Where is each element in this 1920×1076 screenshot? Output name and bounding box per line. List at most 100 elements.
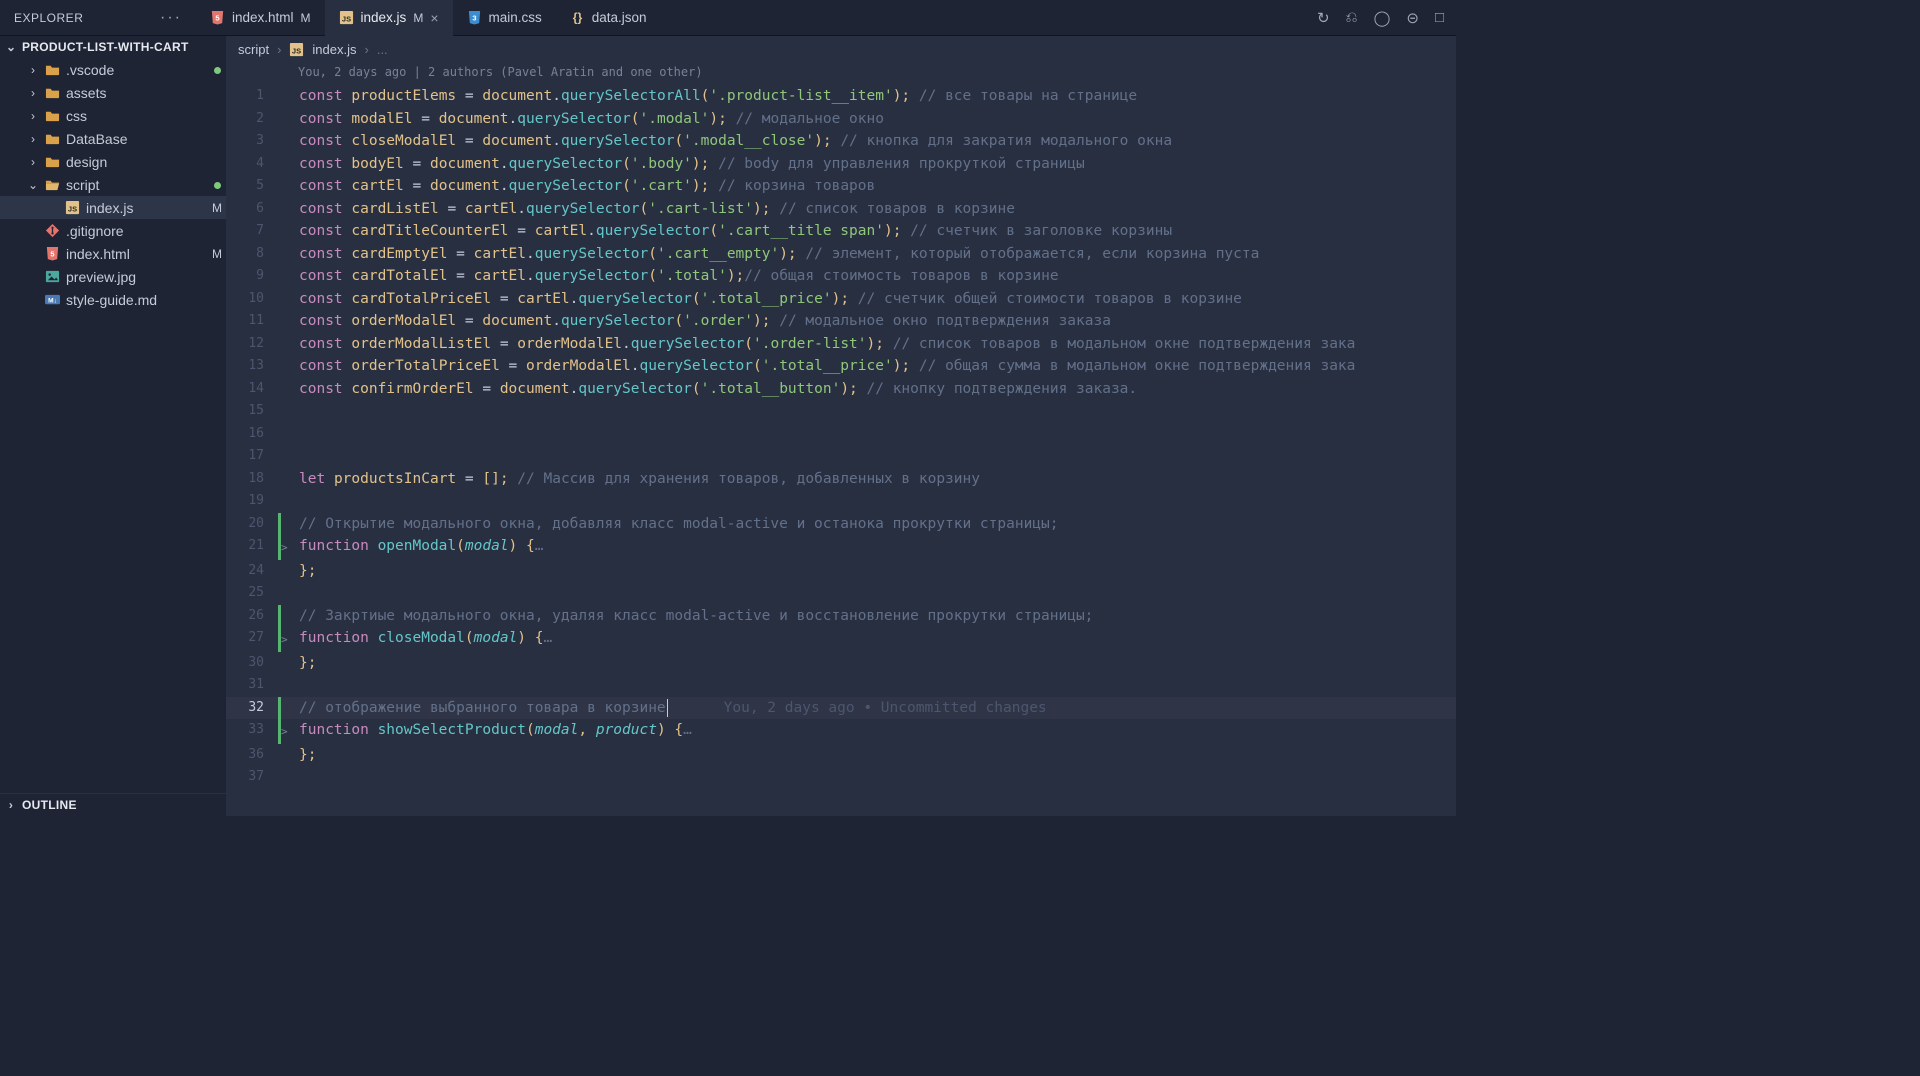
code-line[interactable]: 37 xyxy=(226,766,1456,789)
js-icon xyxy=(339,10,354,25)
code-line[interactable]: 15 xyxy=(226,400,1456,423)
code-line[interactable]: 1 const productElems = document.querySel… xyxy=(226,85,1456,108)
title-action-1[interactable]: ⎌ xyxy=(1346,9,1358,27)
gutter-bar xyxy=(278,175,281,198)
code-line[interactable]: 2 const modalEl = document.querySelector… xyxy=(226,108,1456,131)
file-style-guide-md[interactable]: style-guide.md xyxy=(0,288,226,311)
title-action-2[interactable]: ◯ xyxy=(1374,9,1391,27)
fold-icon xyxy=(281,310,295,312)
breadcrumb-part[interactable]: index.js xyxy=(312,42,356,57)
json-icon xyxy=(570,10,585,25)
code-line[interactable]: 14 const confirmOrderEl = document.query… xyxy=(226,378,1456,401)
code-text: const productElems = document.querySelec… xyxy=(295,85,1456,108)
editor: script › index.js › ... You, 2 days ago … xyxy=(226,36,1456,816)
code-line[interactable]: 32 // отображение выбранного товара в ко… xyxy=(226,697,1456,720)
status-badge: M xyxy=(208,247,226,261)
folder-design[interactable]: ›design xyxy=(0,150,226,173)
folder-DataBase[interactable]: ›DataBase xyxy=(0,127,226,150)
editor-title-actions: ↻ ⎌ ◯ ⊝ □ xyxy=(1317,9,1456,27)
code-line[interactable]: 11 const orderModalEl = document.querySe… xyxy=(226,310,1456,333)
title-action-0[interactable]: ↻ xyxy=(1317,9,1330,27)
project-header[interactable]: ⌄ PRODUCT-LIST-WITH-CART xyxy=(0,36,226,58)
line-number: 8 xyxy=(226,243,278,266)
gutter-bar xyxy=(278,674,281,697)
code-line[interactable]: 19 xyxy=(226,490,1456,513)
tab-main-css[interactable]: main.css xyxy=(453,0,556,36)
gutter-bar xyxy=(278,697,281,720)
code-line[interactable]: 16 xyxy=(226,423,1456,446)
outline-header[interactable]: › OUTLINE xyxy=(0,793,226,816)
code-line[interactable]: 12 const orderModalListEl = orderModalEl… xyxy=(226,333,1456,356)
code-line[interactable]: 25 xyxy=(226,582,1456,605)
code-line[interactable]: 24 }; xyxy=(226,560,1456,583)
fold-icon[interactable]: > xyxy=(281,719,295,744)
outline-label: OUTLINE xyxy=(22,798,77,812)
file-index-html[interactable]: index.html M xyxy=(0,242,226,265)
editor-tabs: index.html M index.js M × main.css data.… xyxy=(196,0,1317,36)
code-text: // отображение выбранного товара в корзи… xyxy=(295,697,1456,720)
breadcrumb[interactable]: script › index.js › ... xyxy=(226,36,1456,63)
title-action-3[interactable]: ⊝ xyxy=(1406,9,1419,27)
status-badge xyxy=(208,63,226,77)
tab-data-json[interactable]: data.json xyxy=(556,0,661,36)
fold-icon[interactable]: > xyxy=(281,627,295,652)
explorer-actions-icon[interactable]: ··· xyxy=(160,9,182,27)
file-index-js[interactable]: index.js M xyxy=(0,196,226,219)
line-number: 32 xyxy=(226,697,278,720)
fold-icon xyxy=(281,243,295,245)
code-line[interactable]: 31 xyxy=(226,674,1456,697)
code-text: const cardEmptyEl = cartEl.querySelector… xyxy=(295,243,1456,266)
gutter-bar xyxy=(278,744,281,767)
img-icon xyxy=(44,269,60,284)
line-number: 12 xyxy=(226,333,278,356)
breadcrumb-part[interactable]: ... xyxy=(377,42,388,57)
folder-assets[interactable]: ›assets xyxy=(0,81,226,104)
folder--vscode[interactable]: ›.vscode xyxy=(0,58,226,81)
code-line[interactable]: 30 }; xyxy=(226,652,1456,675)
title-action-4[interactable]: □ xyxy=(1435,9,1444,27)
code-line[interactable]: 20 // Открытие модального окна, добавляя… xyxy=(226,513,1456,536)
line-number: 20 xyxy=(226,513,278,536)
code-line[interactable]: 8 const cardEmptyEl = cartEl.querySelect… xyxy=(226,243,1456,266)
folder-icon xyxy=(44,177,60,192)
code-text: const orderModalEl = document.querySelec… xyxy=(295,310,1456,333)
code-line[interactable]: 13 const orderTotalPriceEl = orderModalE… xyxy=(226,355,1456,378)
modified-indicator: M xyxy=(413,11,423,25)
md-icon xyxy=(44,292,60,307)
code-area[interactable]: 1 const productElems = document.querySel… xyxy=(226,85,1456,816)
code-line[interactable]: 27 > function closeModal(modal) {… xyxy=(226,627,1456,652)
tab-label: data.json xyxy=(592,10,647,25)
code-line[interactable]: 18 let productsInCart = []; // Массив дл… xyxy=(226,468,1456,491)
line-number: 24 xyxy=(226,560,278,583)
fold-icon xyxy=(281,108,295,110)
code-text: // Закртиые модального окна, удаляя клас… xyxy=(295,605,1456,628)
gitlens-codelens[interactable]: You, 2 days ago | 2 authors (Pavel Arati… xyxy=(226,63,1456,85)
code-line[interactable]: 4 const bodyEl = document.querySelector(… xyxy=(226,153,1456,176)
close-icon[interactable]: × xyxy=(430,10,438,26)
folder-css[interactable]: ›css xyxy=(0,104,226,127)
code-line[interactable]: 17 xyxy=(226,445,1456,468)
code-line[interactable]: 6 const cardListEl = cartEl.querySelecto… xyxy=(226,198,1456,221)
code-line[interactable]: 26 // Закртиые модального окна, удаляя к… xyxy=(226,605,1456,628)
status-badge: M xyxy=(208,201,226,215)
tree-item-label: preview.jpg xyxy=(66,269,202,285)
code-line[interactable]: 21 > function openModal(modal) {… xyxy=(226,535,1456,560)
breadcrumb-part[interactable]: script xyxy=(238,42,269,57)
folder-script[interactable]: ⌄script xyxy=(0,173,226,196)
tab-index-html[interactable]: index.html M xyxy=(196,0,325,36)
line-number: 25 xyxy=(226,582,278,605)
fold-icon[interactable]: > xyxy=(281,535,295,560)
code-line[interactable]: 10 const cardTotalPriceEl = cartEl.query… xyxy=(226,288,1456,311)
file-preview-jpg[interactable]: preview.jpg xyxy=(0,265,226,288)
code-line[interactable]: 3 const closeModalEl = document.querySel… xyxy=(226,130,1456,153)
tab-index-js[interactable]: index.js M × xyxy=(325,0,453,36)
code-line[interactable]: 7 const cardTitleCounterEl = cartEl.quer… xyxy=(226,220,1456,243)
code-line[interactable]: 5 const cartEl = document.querySelector(… xyxy=(226,175,1456,198)
code-text: const cardListEl = cartEl.querySelector(… xyxy=(295,198,1456,221)
code-line[interactable]: 36 }; xyxy=(226,744,1456,767)
line-number: 18 xyxy=(226,468,278,491)
file--gitignore[interactable]: .gitignore xyxy=(0,219,226,242)
code-line[interactable]: 9 const cardTotalEl = cartEl.querySelect… xyxy=(226,265,1456,288)
code-line[interactable]: 33 > function showSelectProduct(modal, p… xyxy=(226,719,1456,744)
fold-icon xyxy=(281,85,295,87)
